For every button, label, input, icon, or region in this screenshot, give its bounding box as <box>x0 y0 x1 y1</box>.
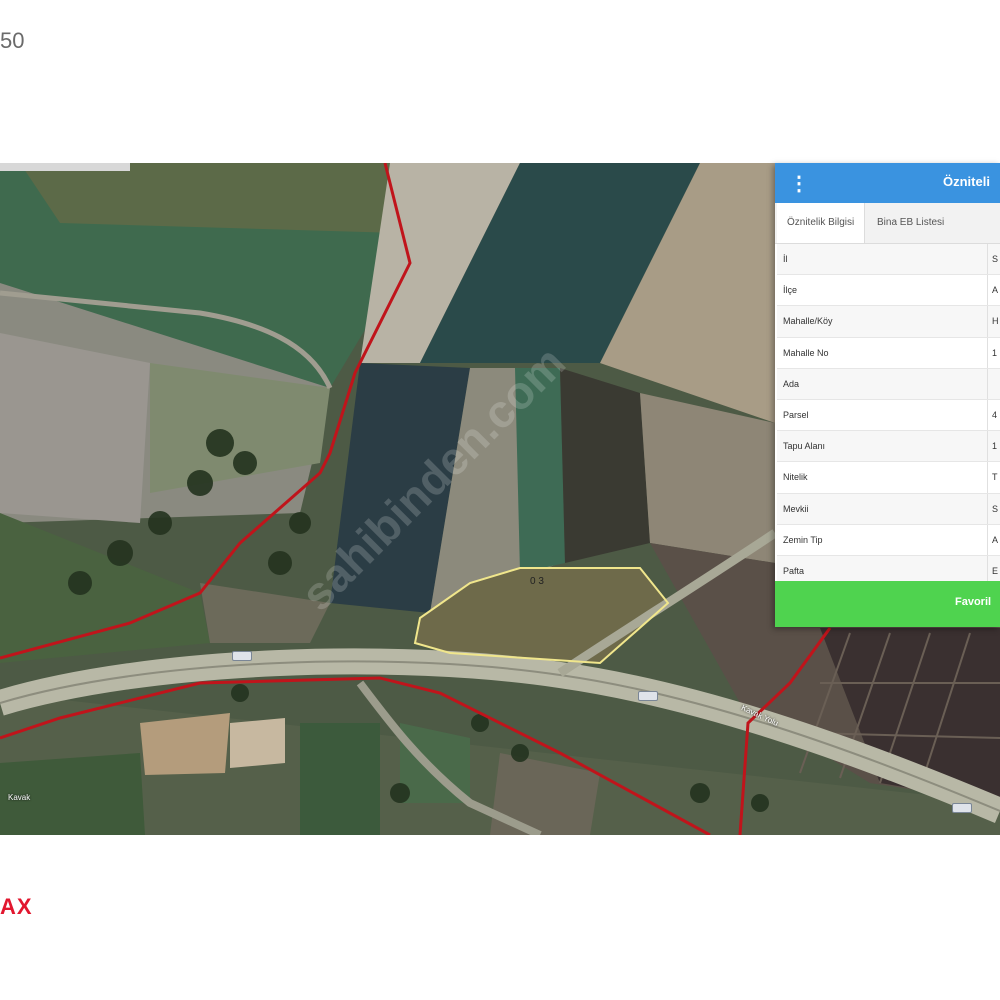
table-row: İl S <box>777 244 1000 276</box>
table-row: Mahalle/Köy H <box>777 306 1000 338</box>
row-label: Ada <box>783 378 800 389</box>
row-value <box>987 368 1000 399</box>
more-vertical-icon[interactable]: ⋮ <box>789 171 809 196</box>
row-label: Mahalle No <box>783 347 829 358</box>
panel-tabs: Öznitelik Bilgisi Bina EB Listesi <box>775 203 1000 244</box>
row-value: 1 <box>987 337 1000 368</box>
table-row: İlçe A <box>777 275 1000 307</box>
top-number-text: 50 <box>0 28 25 53</box>
row-value: H <box>987 306 1000 337</box>
row-value: S <box>987 244 1000 275</box>
row-label: İl <box>783 254 788 264</box>
brand-logo-text: AX <box>0 894 33 919</box>
row-label: Pafta <box>783 565 805 576</box>
table-row: Zemin Tip A <box>777 524 1000 556</box>
favorite-button-label: Favoril <box>955 596 992 608</box>
road-shield-icon <box>232 651 252 661</box>
table-row: Tapu Alanı 1 <box>777 431 1000 463</box>
place-label: Kavak <box>8 793 31 802</box>
row-label: Mahalle/Köy <box>783 316 833 327</box>
row-value: S <box>987 493 1000 524</box>
panel-header: ⋮ Özniteli <box>775 163 1000 203</box>
row-value: T <box>987 462 1000 493</box>
road-shield-icon <box>638 691 658 701</box>
tab-building-list[interactable]: Bina EB Listesi <box>867 203 954 243</box>
row-value: 1 <box>987 431 1000 462</box>
attribute-panel: ⋮ Özniteli Öznitelik Bilgisi Bina EB Lis… <box>775 163 1000 627</box>
row-label: Nitelik <box>783 472 808 483</box>
row-value: A <box>987 275 1000 306</box>
row-label: Parsel <box>783 409 809 420</box>
add-favorite-button[interactable]: Favoril <box>775 581 1000 627</box>
table-row: Mevkii S <box>777 493 1000 525</box>
row-label: İlçe <box>783 285 798 296</box>
table-row: Mahalle No 1 <box>777 337 1000 369</box>
road-shield-icon <box>952 803 972 813</box>
tab-attribute-info[interactable]: Öznitelik Bilgisi <box>777 203 866 243</box>
row-label: Zemin Tip <box>783 534 823 545</box>
table-row: Nitelik T <box>777 462 1000 494</box>
panel-title: Özniteli <box>943 174 990 189</box>
row-value: 4 <box>987 399 1000 431</box>
row-label: Mevkii <box>783 503 809 514</box>
table-row: Parsel 4 <box>777 399 1000 432</box>
row-label: Tapu Alanı <box>783 441 826 452</box>
attribute-table: İl S İlçe A Mahalle/Köy H Mahalle No 1 Ada P… <box>777 244 1000 588</box>
table-row: Ada <box>777 368 1000 400</box>
parcel-label: 0 3 <box>530 576 544 587</box>
row-value: A <box>987 524 1000 555</box>
